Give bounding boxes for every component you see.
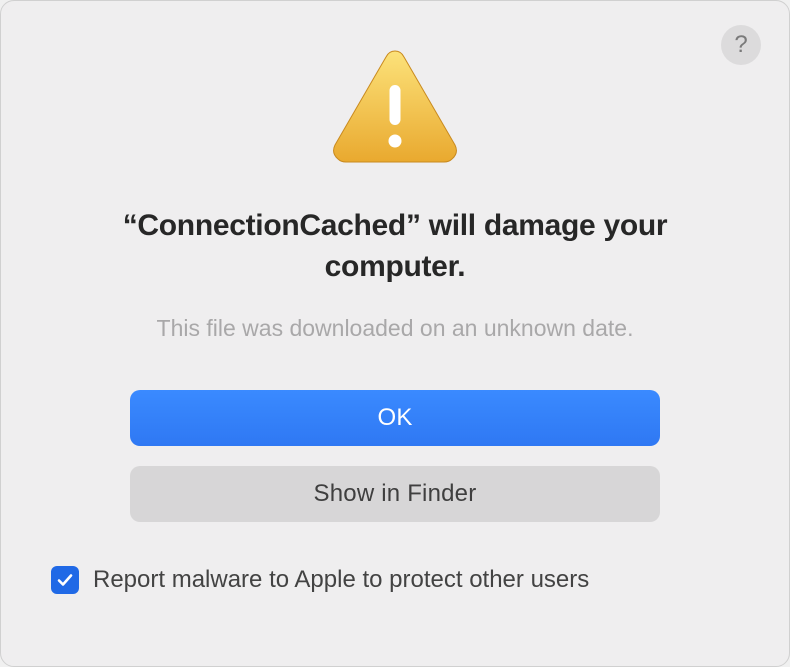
report-malware-row: Report malware to Apple to protect other…: [51, 566, 589, 594]
dialog-title: “ConnectionCached” will damage your comp…: [49, 206, 741, 287]
gatekeeper-warning-dialog: ? “ConnectionCached” will damage your co…: [0, 0, 790, 667]
checkmark-icon: [55, 570, 75, 590]
warning-triangle-icon: [330, 45, 460, 170]
ok-button[interactable]: OK: [130, 390, 660, 446]
report-malware-checkbox[interactable]: [51, 566, 79, 594]
help-icon: ?: [734, 31, 747, 59]
report-malware-label[interactable]: Report malware to Apple to protect other…: [93, 566, 589, 594]
show-in-finder-button[interactable]: Show in Finder: [130, 466, 660, 522]
button-group: OK Show in Finder: [130, 390, 660, 522]
help-button[interactable]: ?: [721, 25, 761, 65]
dialog-subtitle: This file was downloaded on an unknown d…: [157, 315, 634, 342]
